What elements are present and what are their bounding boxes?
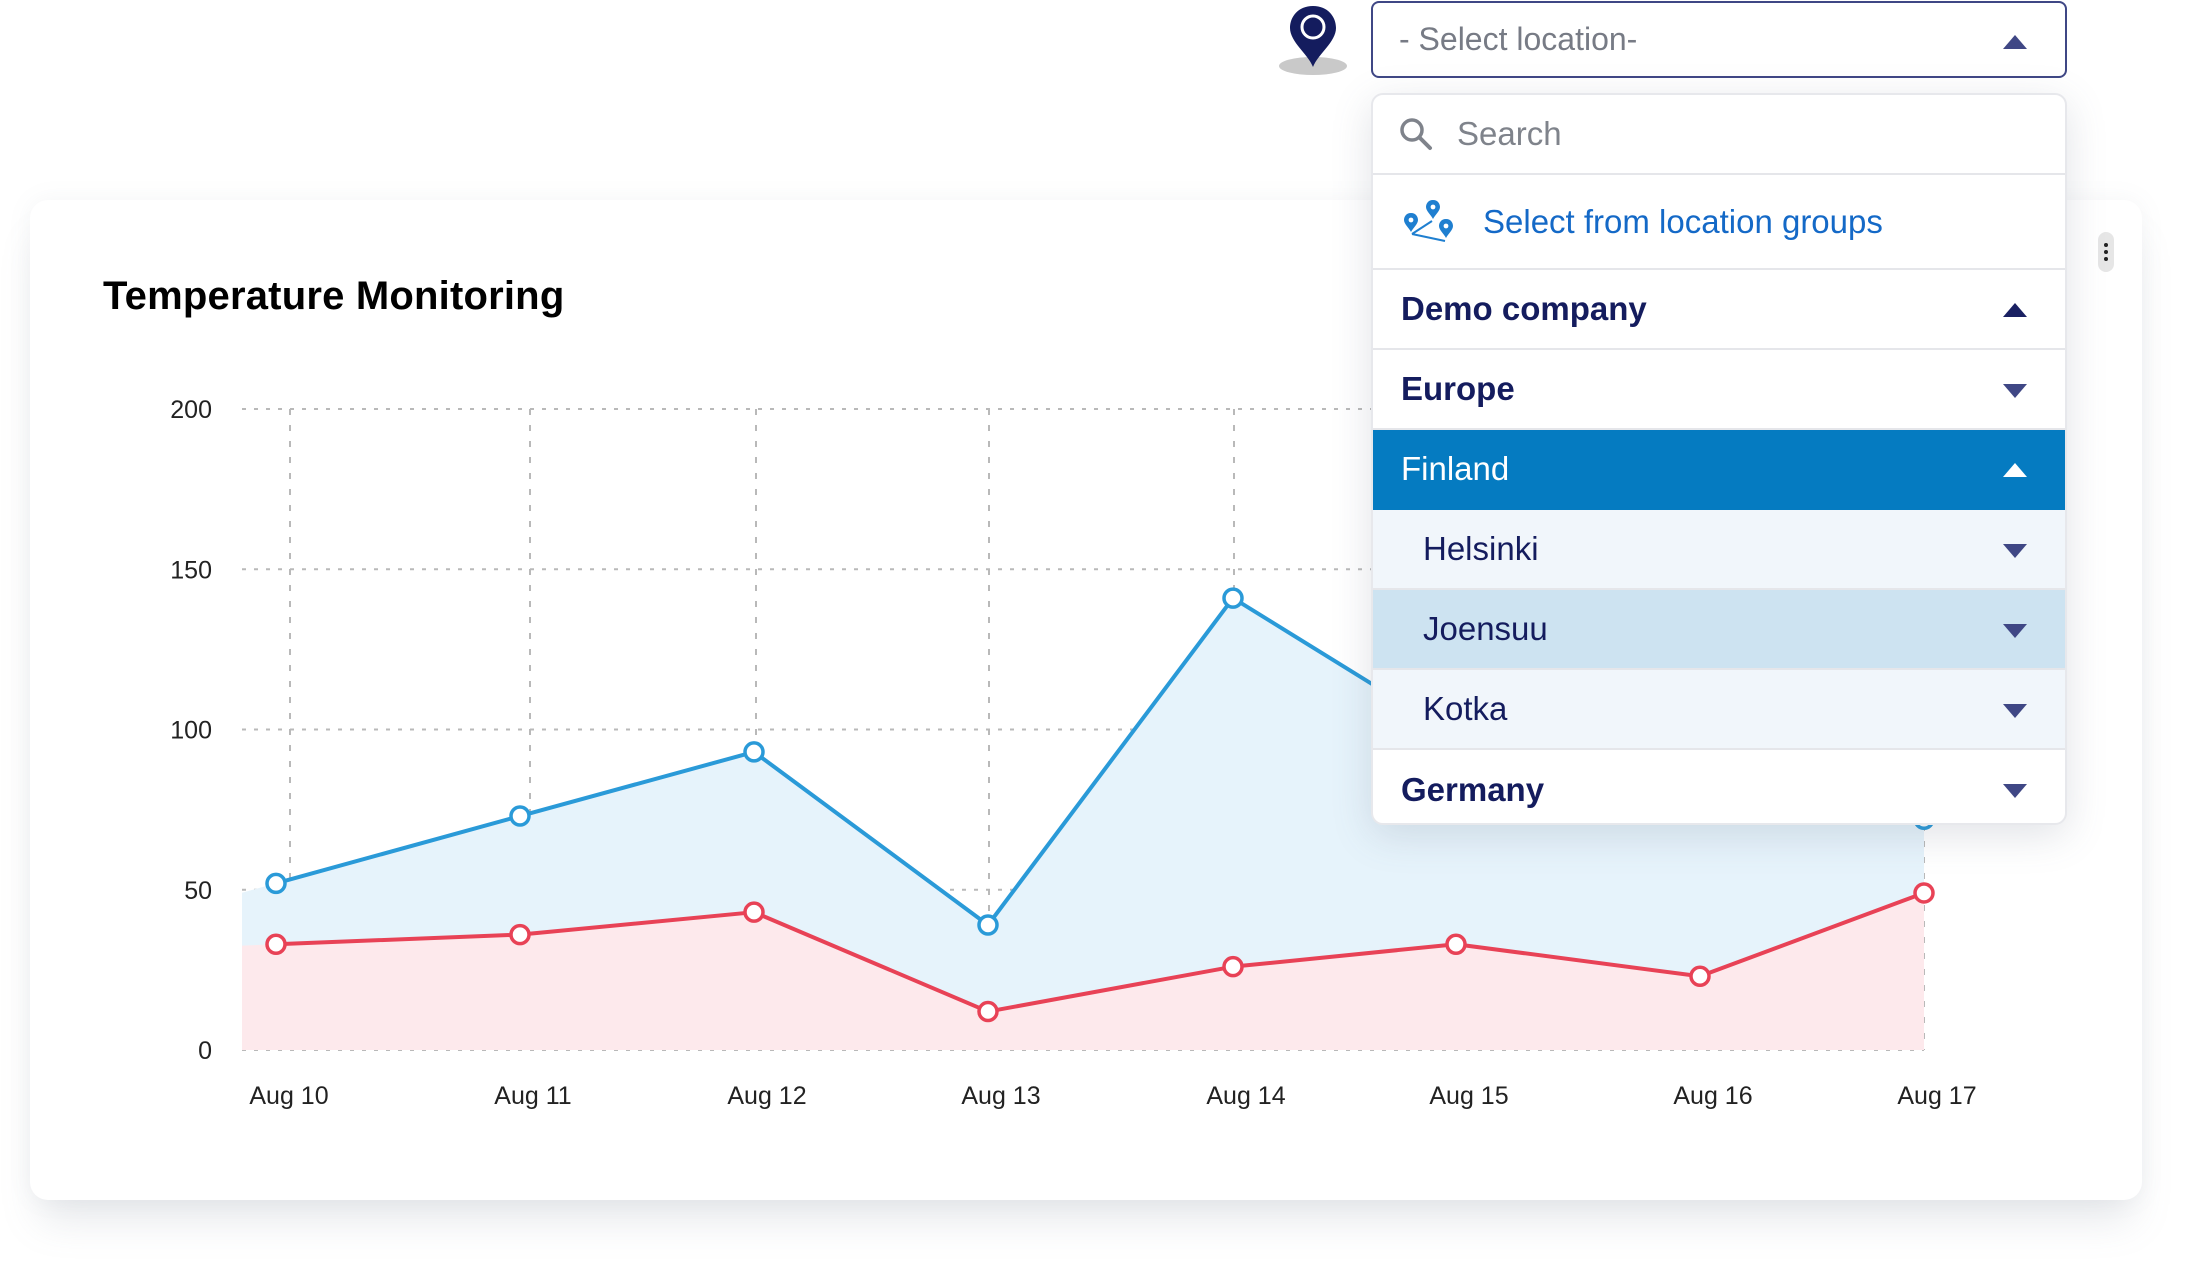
data-point [1222, 955, 1244, 978]
data-point [1445, 933, 1467, 955]
collapse-icon[interactable] [2003, 303, 2027, 317]
expand-icon[interactable] [2003, 624, 2027, 638]
expand-icon[interactable] [2003, 784, 2027, 798]
collapse-icon[interactable] [2003, 463, 2027, 477]
location-dropdown: Select from location groups Demo company… [1371, 93, 2067, 825]
search-row [1373, 95, 2065, 175]
data-point [265, 933, 287, 955]
location-item-label: Joensuu [1423, 610, 1548, 647]
location-item-europe[interactable]: Europe [1373, 350, 2065, 430]
location-groups-link[interactable]: Select from location groups [1373, 175, 2065, 270]
data-point [743, 901, 765, 923]
data-point [509, 805, 531, 827]
y-tick-label: 200 [170, 396, 212, 424]
x-tick-label: Aug 12 [727, 1082, 806, 1110]
location-item-demo-company[interactable]: Demo company [1373, 270, 2065, 350]
location-item-finland[interactable]: Finland [1373, 430, 2065, 510]
expand-icon[interactable] [2003, 544, 2027, 558]
data-point [1222, 587, 1244, 609]
y-tick-label: 100 [170, 717, 212, 745]
location-item-helsinki[interactable]: Helsinki [1373, 510, 2065, 590]
expand-icon[interactable] [2003, 384, 2027, 398]
x-tick-label: Aug 13 [961, 1082, 1040, 1110]
location-item-label: Germany [1401, 771, 1545, 808]
location-item-label: Europe [1401, 370, 1515, 407]
location-item-germany[interactable]: Germany [1373, 750, 2065, 823]
data-point [1689, 965, 1711, 988]
expand-icon[interactable] [2003, 704, 2027, 718]
location-select-placeholder: - Select location- [1399, 21, 1638, 57]
map-pin-icon [1278, 4, 1348, 76]
search-icon [1400, 118, 1432, 150]
x-tick-label: Aug 11 [494, 1082, 571, 1110]
location-item-kotka[interactable]: Kotka [1373, 670, 2065, 750]
x-tick-label: Aug 10 [249, 1082, 328, 1110]
x-axis: Aug 10 Aug 11 Aug 12 Aug 13 Aug 14 Aug 15 Aug … [249, 1082, 1976, 1110]
location-item-label: Helsinki [1423, 530, 1539, 567]
x-tick-label: Aug 17 [1897, 1082, 1976, 1110]
y-tick-label: 50 [184, 877, 212, 905]
data-point [1913, 882, 1935, 904]
location-item-label: Demo company [1401, 290, 1647, 327]
location-groups-icon [1404, 199, 1453, 242]
search-input[interactable] [1457, 115, 2017, 153]
location-item-joensuu[interactable]: Joensuu [1373, 590, 2065, 670]
data-point [509, 923, 531, 946]
x-tick-label: Aug 14 [1206, 1082, 1285, 1110]
x-tick-label: Aug 15 [1429, 1082, 1508, 1110]
location-groups-label: Select from location groups [1483, 202, 1883, 240]
location-item-label: Kotka [1423, 690, 1508, 727]
location-item-label: Finland [1401, 450, 1510, 487]
data-point [977, 914, 999, 936]
caret-up-icon [2003, 35, 2027, 49]
data-point [265, 872, 287, 895]
data-point [977, 1000, 999, 1023]
data-point [743, 741, 765, 763]
y-tick-label: 150 [170, 556, 212, 584]
location-select[interactable]: - Select location- [1371, 1, 2067, 78]
y-axis: 0 50 100 150 200 [170, 396, 212, 1065]
x-tick-label: Aug 16 [1673, 1082, 1752, 1110]
y-tick-label: 0 [198, 1037, 212, 1065]
